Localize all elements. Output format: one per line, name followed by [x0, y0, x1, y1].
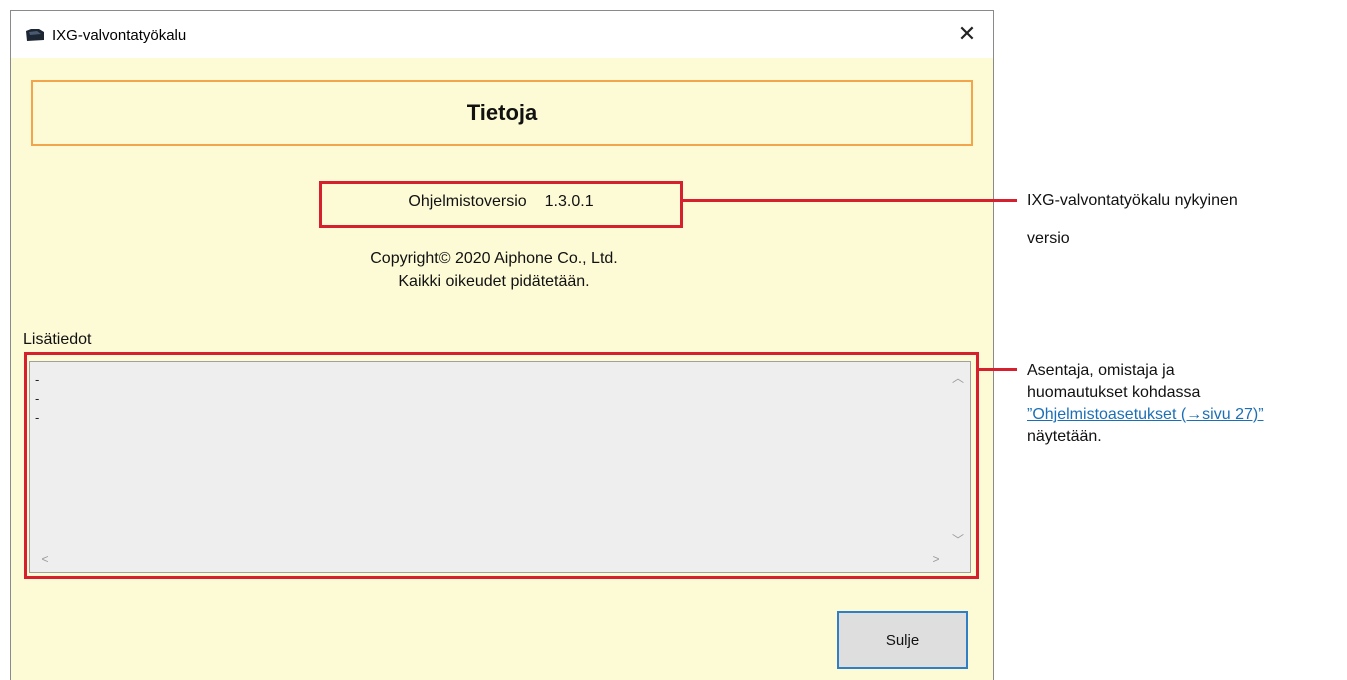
close-button[interactable]: Sulje [837, 611, 968, 669]
settings-page-link[interactable]: ”Ohjelmistoasetukset (→sivu 27)” [1027, 406, 1264, 423]
info-callout: Asentaja, omistaja ja huomautukset kohda… [1027, 360, 1264, 448]
version-highlight-box [319, 181, 683, 228]
about-window: IXG-valvontatyökalu ✕ Tietoja Ohjelmisto… [10, 10, 994, 680]
info-callout-line [979, 368, 1017, 371]
version-callout-line2: versio [1027, 230, 1070, 247]
version-callout-line1: IXG-valvontatyökalu nykyinen [1027, 192, 1238, 209]
info-callout-line1: Asentaja, omistaja ja [1027, 362, 1175, 379]
page-title: Tietoja [466, 100, 538, 125]
window-title: IXG-valvontatyökalu [52, 27, 187, 44]
copyright-line: Copyright© 2020 Aiphone Co., Ltd. [370, 250, 618, 267]
close-icon[interactable]: ✕ [955, 21, 979, 47]
info-highlight-box [24, 352, 979, 579]
version-callout: IXG-valvontatyökalu nykyinen versio [1027, 190, 1238, 250]
info-callout-line4: näytetään. [1027, 428, 1102, 445]
info-callout-line2: huomautukset kohdassa [1027, 384, 1201, 401]
title-bar: IXG-valvontatyökalu ✕ [11, 11, 993, 58]
rights-line: Kaikki oikeudet pidätetään. [398, 273, 590, 290]
copyright-text: Copyright© 2020 Aiphone Co., Ltd. Kaikki… [211, 247, 777, 293]
version-callout-line [683, 199, 1017, 202]
header-panel: Tietoja [31, 80, 973, 146]
additional-info-label: Lisätiedot [23, 331, 92, 348]
app-icon [26, 29, 44, 41]
